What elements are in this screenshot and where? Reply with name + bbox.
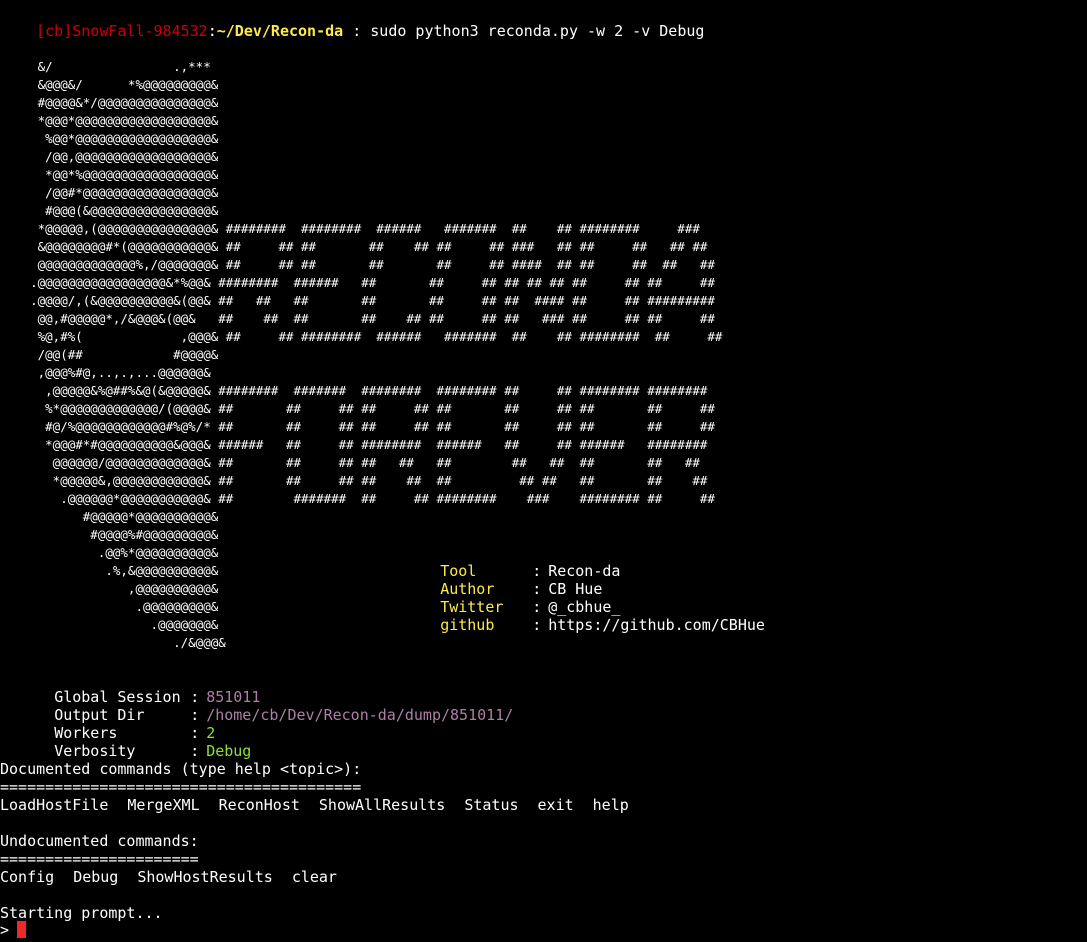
status-key: Workers (54, 724, 118, 742)
info-key: Author (440, 580, 495, 598)
prompt-colon: : (207, 22, 217, 40)
info-value: @_cbhue_ (548, 598, 621, 616)
documented-commands-list: LoadHostFile MergeXML ReconHost ShowAllResu… (0, 796, 648, 814)
info-key: github (440, 616, 495, 634)
info-separator: : (532, 562, 542, 580)
command-item: LoadHostFile (0, 796, 109, 814)
status-value: /home/cb/Dev/Recon-da/dump/851011/ (206, 706, 514, 724)
info-value: https://github.com/CBHue (548, 616, 765, 634)
info-value: Recon-da (548, 562, 621, 580)
command-item: help (592, 796, 629, 814)
shell-prompt-line: [cb]SnowFall-984532:~/Dev/Recon-da : sud… (0, 4, 704, 40)
tool-info-block: Tool: Recon-da Author: CB Hue Twitter: @_cb… (386, 544, 765, 634)
undocumented-commands-rule: ====================== (0, 850, 199, 868)
documented-commands-rule: ======================================== (0, 778, 362, 796)
status-value: Debug (206, 742, 252, 760)
command-item: Config (0, 868, 55, 886)
prompt-path: ~/Dev/Recon-da (216, 22, 344, 40)
text-cursor[interactable] (17, 921, 27, 938)
starting-prompt-text: Starting prompt... (0, 904, 163, 922)
status-key: Verbosity (54, 742, 136, 760)
command-item: ShowAllResults (318, 796, 446, 814)
undocumented-commands-header: Undocumented commands: (0, 832, 199, 850)
undocumented-commands-section: Undocumented commands: =================… (0, 832, 356, 886)
prompt-user: cb (45, 22, 64, 40)
documented-commands-section: Documented commands (type help <topic>):… (0, 760, 648, 814)
info-separator: : (532, 580, 542, 598)
status-row-global-session: Global Session:851011 (0, 670, 513, 706)
info-key: Tool (440, 562, 477, 580)
status-value: 2 (206, 724, 216, 742)
prompt-hostname: SnowFall-984532 (72, 22, 208, 40)
status-key: Global Session (54, 688, 181, 706)
prompt-bracket-open: [ (36, 22, 46, 40)
command-item: ShowHostResults (137, 868, 273, 886)
command-item: ReconHost (218, 796, 300, 814)
input-prompt-line[interactable]: > (0, 921, 27, 939)
status-value: 851011 (206, 688, 261, 706)
status-separator: : (190, 724, 200, 742)
status-key: Output Dir (54, 706, 145, 724)
input-prompt-symbol: > (0, 921, 10, 939)
info-value: CB Hue (548, 580, 603, 598)
terminal-window[interactable]: [cb]SnowFall-984532:~/Dev/Recon-da : sud… (0, 0, 1087, 942)
command-item: clear (291, 868, 337, 886)
command-item: Status (464, 796, 519, 814)
prompt-bracket-close: ] (63, 22, 73, 40)
info-separator: : (532, 616, 542, 634)
session-status-block: Global Session:851011 Output Dir:/home/c… (0, 670, 514, 760)
status-separator: : (190, 688, 200, 706)
info-key: Twitter (440, 598, 504, 616)
command-item: MergeXML (127, 796, 200, 814)
status-separator: : (190, 742, 200, 760)
command-item: Debug (73, 868, 119, 886)
info-row-tool: Tool: Recon-da (386, 544, 765, 580)
status-separator: : (190, 706, 200, 724)
undocumented-commands-list: Config Debug ShowHostResults clear (0, 868, 356, 886)
executed-command: : sudo python3 reconda.py -w 2 -v Debug (343, 22, 705, 40)
command-item: exit (537, 796, 574, 814)
info-separator: : (532, 598, 542, 616)
documented-commands-header: Documented commands (type help <topic>): (0, 760, 362, 778)
